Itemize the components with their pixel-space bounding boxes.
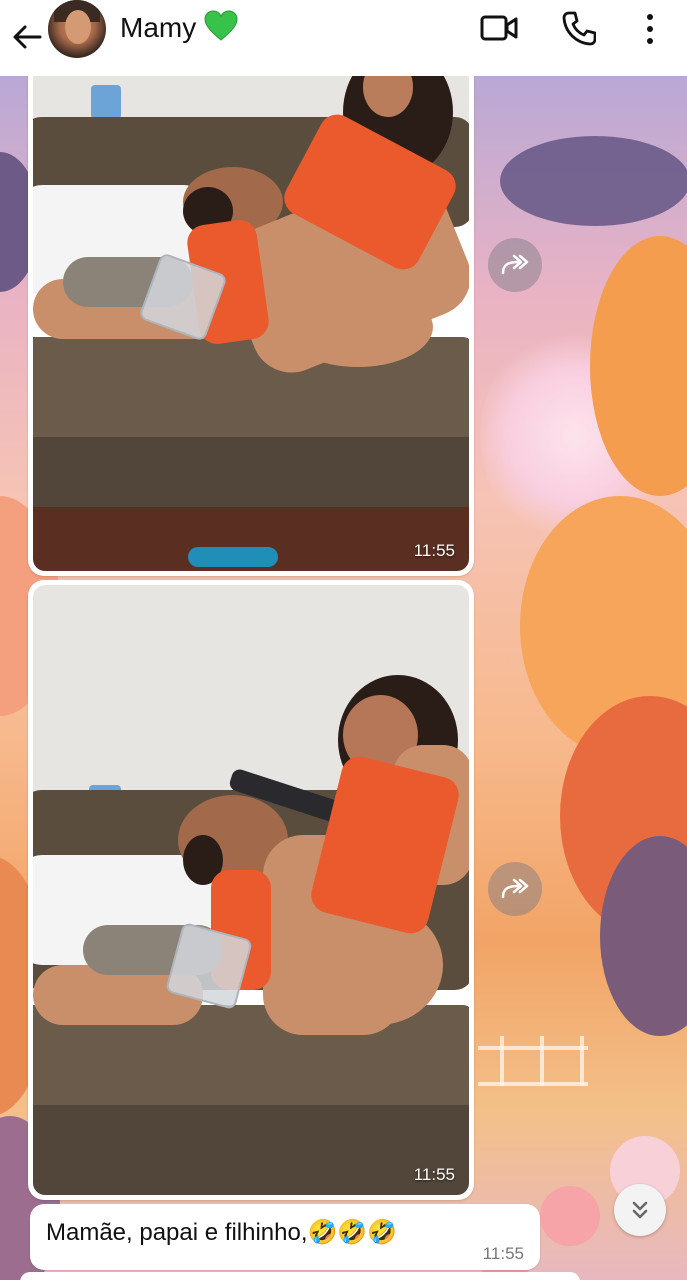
- wallpaper-fence: [478, 1046, 588, 1086]
- video-call-icon[interactable]: [480, 12, 518, 44]
- wallpaper-flower: [540, 1186, 600, 1246]
- wallpaper-fence-post: [500, 1036, 504, 1086]
- scroll-to-bottom-button[interactable]: [614, 1184, 666, 1236]
- message-time: 11:55: [413, 1165, 455, 1184]
- photo-couch-1[interactable]: 11:55: [33, 67, 469, 571]
- contact-avatar[interactable]: [48, 0, 106, 58]
- image-message[interactable]: 11:55: [28, 62, 474, 576]
- message-text: Mamãe, papai e filhinho,🤣🤣🤣: [46, 1219, 398, 1246]
- wallpaper-foliage: [500, 136, 687, 226]
- chat-header: Mamy: [0, 0, 687, 76]
- phone-call-icon[interactable]: [562, 10, 596, 46]
- message-time: 11:55: [482, 1244, 524, 1263]
- contact-name[interactable]: Mamy: [120, 12, 196, 44]
- double-chevron-down-icon: [632, 1201, 648, 1219]
- wallpaper-fence-post: [580, 1036, 584, 1086]
- forward-button[interactable]: [488, 862, 542, 916]
- back-arrow-icon[interactable]: [10, 20, 44, 54]
- green-heart-icon: [204, 10, 238, 41]
- next-message-bubble: [20, 1272, 580, 1280]
- forward-button[interactable]: [488, 238, 542, 292]
- text-message[interactable]: Mamãe, papai e filhinho,🤣🤣🤣 11:55: [30, 1204, 540, 1270]
- message-time: 11:55: [413, 541, 455, 560]
- image-message[interactable]: 11:55: [28, 580, 474, 1200]
- forward-icon: [501, 254, 529, 275]
- wallpaper-fence-post: [540, 1036, 544, 1086]
- photo-couch-2[interactable]: 11:55: [33, 585, 469, 1195]
- more-options-icon[interactable]: [640, 12, 660, 46]
- forward-icon: [501, 878, 529, 899]
